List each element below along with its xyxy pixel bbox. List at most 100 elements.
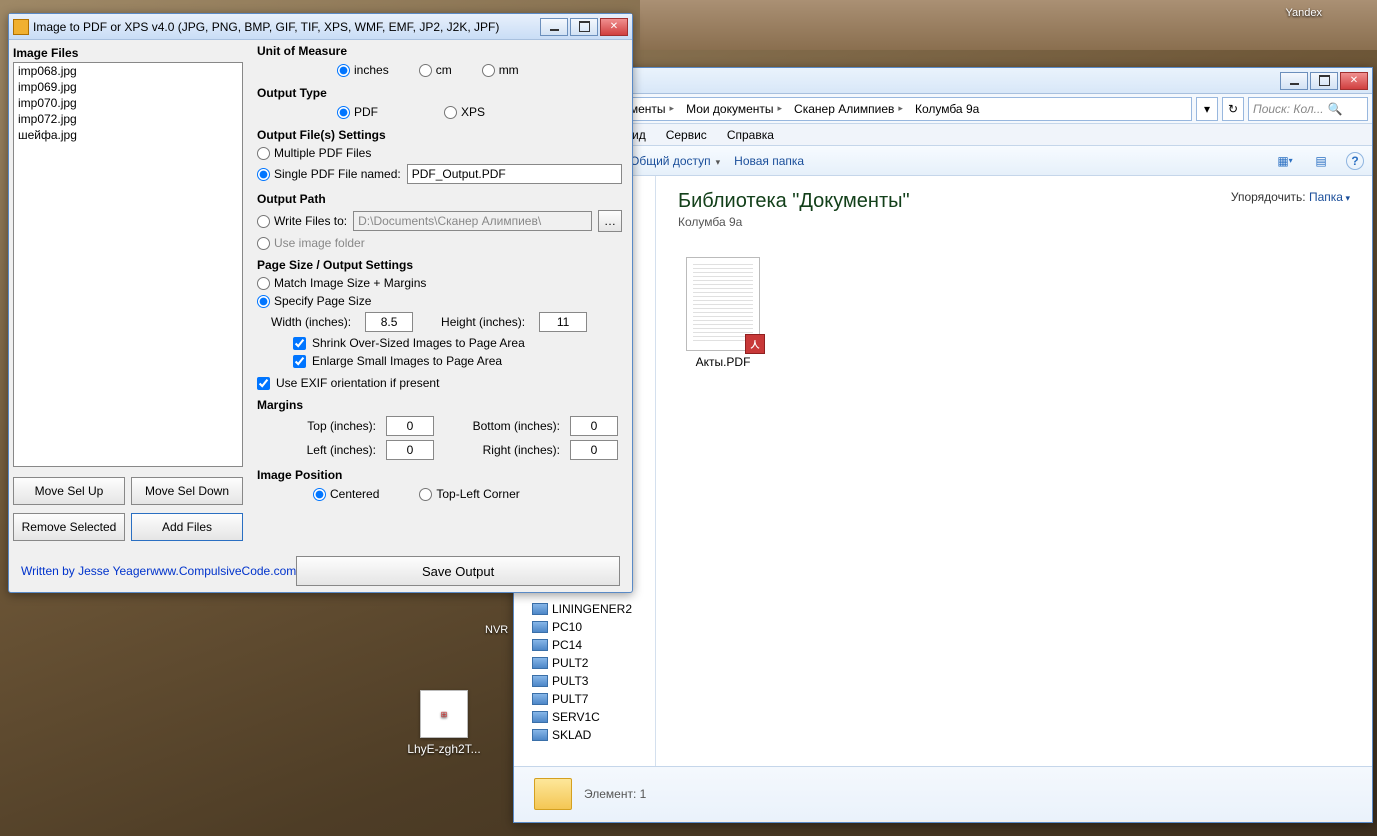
breadcrumb: Колумба 9а <box>910 98 984 120</box>
close-button[interactable]: ✕ <box>1340 72 1368 90</box>
sidebar-item[interactable]: LININGENER2 <box>514 600 655 618</box>
centered-radio[interactable]: Centered <box>313 487 379 501</box>
chevron-right-icon[interactable]: ▸ <box>778 103 783 114</box>
height-input[interactable] <box>539 312 587 332</box>
sidebar-item[interactable]: PC10 <box>514 618 655 636</box>
image-file-list[interactable]: imp068.jpg imp069.jpg imp070.jpg imp072.… <box>13 62 243 467</box>
single-pdf-radio[interactable]: Single PDF File named: <box>257 167 401 181</box>
sidebar-item[interactable]: SERV1C <box>514 708 655 726</box>
menu-bar: ид Сервис Справка <box>514 124 1372 146</box>
move-up-button[interactable]: Move Sel Up <box>13 477 125 505</box>
explorer-titlebar[interactable]: ✕ <box>514 68 1372 94</box>
sidebar-item[interactable]: PULT2 <box>514 654 655 672</box>
minimize-button[interactable] <box>540 18 568 36</box>
pdf-badge-icon: 人 <box>745 334 765 354</box>
explorer-window: ✕ иблиотеки▸ Документы▸ Мои документы▸ С… <box>513 67 1373 823</box>
share-button[interactable]: Общий доступ <box>630 154 720 168</box>
image-files-label: Image Files <box>13 44 243 62</box>
chevron-right-icon[interactable]: ▸ <box>670 103 675 114</box>
single-pdf-name-input[interactable] <box>407 164 622 184</box>
app-icon <box>13 19 29 35</box>
computer-icon <box>532 675 548 687</box>
status-bar: Элемент: 1 <box>514 766 1372 820</box>
computer-icon <box>532 729 548 741</box>
maximize-button[interactable] <box>1310 72 1338 90</box>
remove-selected-button[interactable]: Remove Selected <box>13 513 125 541</box>
breadcrumb: Мои документы▸ <box>681 98 787 120</box>
list-item[interactable]: imp070.jpg <box>14 95 242 111</box>
author-link[interactable]: Written by Jesse Yeager <box>21 564 150 578</box>
output-pdf-radio[interactable]: PDF <box>337 105 378 119</box>
unit-inches-radio[interactable]: inches <box>337 63 389 77</box>
sidebar-item[interactable]: SKLAD <box>514 726 655 744</box>
match-margins-radio[interactable]: Match Image Size + Margins <box>257 274 622 292</box>
right-margin-input[interactable] <box>570 440 618 460</box>
pdf-thumbnail-icon: 人 <box>686 257 760 351</box>
address-bar: иблиотеки▸ Документы▸ Мои документы▸ Ска… <box>514 94 1372 124</box>
list-item[interactable]: шейфа.jpg <box>14 127 242 143</box>
left-margin-label: Left (inches): <box>266 443 376 457</box>
list-item[interactable]: imp068.jpg <box>14 63 242 79</box>
width-input[interactable] <box>365 312 413 332</box>
menu-help[interactable]: Справка <box>719 126 782 144</box>
sidebar-item[interactable]: PC14 <box>514 636 655 654</box>
file-thumbnail-icon: ⊞ <box>420 690 468 738</box>
width-label: Width (inches): <box>271 315 351 329</box>
minimize-button[interactable] <box>1280 72 1308 90</box>
view-mode-button[interactable]: ▦▾ <box>1274 150 1296 172</box>
maximize-button[interactable] <box>570 18 598 36</box>
sidebar-item[interactable]: PULT7 <box>514 690 655 708</box>
topleft-radio[interactable]: Top-Left Corner <box>419 487 519 501</box>
bottom-margin-label: Bottom (inches): <box>444 419 560 433</box>
unit-mm-radio[interactable]: mm <box>482 63 519 77</box>
output-type-label: Output Type <box>257 86 622 100</box>
file-item[interactable]: 人 Акты.PDF <box>678 257 768 369</box>
unit-cm-radio[interactable]: cm <box>419 63 452 77</box>
website-link[interactable]: www.CompulsiveCode.com <box>150 564 296 578</box>
image-position-label: Image Position <box>257 468 622 482</box>
pdf-titlebar[interactable]: Image to PDF or XPS v4.0 (JPG, PNG, BMP,… <box>9 14 632 40</box>
list-item[interactable]: imp069.jpg <box>14 79 242 95</box>
output-path-label: Output Path <box>257 192 622 206</box>
help-icon[interactable]: ? <box>1346 152 1364 170</box>
desktop-label-nvr: NVR <box>485 624 508 636</box>
output-files-settings-label: Output File(s) Settings <box>257 128 622 142</box>
save-output-button[interactable]: Save Output <box>296 556 620 586</box>
output-path-input <box>353 211 592 231</box>
top-margin-input[interactable] <box>386 416 434 436</box>
unit-of-measure-label: Unit of Measure <box>257 44 622 58</box>
sort-control: Упорядочить: Папка <box>1231 190 1350 204</box>
window-title: Image to PDF or XPS v4.0 (JPG, PNG, BMP,… <box>33 20 540 34</box>
refresh-button[interactable]: ↻ <box>1222 97 1244 121</box>
multi-pdf-radio[interactable]: Multiple PDF Files <box>257 144 622 162</box>
new-folder-button[interactable]: Новая папка <box>734 154 804 168</box>
close-button[interactable]: ✕ <box>600 18 628 36</box>
sort-dropdown[interactable]: Папка <box>1309 190 1350 204</box>
menu-service[interactable]: Сервис <box>658 126 715 144</box>
preview-pane-button[interactable]: ▤ <box>1310 150 1332 172</box>
file-view-area[interactable]: Библиотека "Документы" Колумба 9а Упоряд… <box>656 176 1372 766</box>
move-down-button[interactable]: Move Sel Down <box>131 477 243 505</box>
computer-icon <box>532 639 548 651</box>
bottom-margin-input[interactable] <box>570 416 618 436</box>
output-xps-radio[interactable]: XPS <box>444 105 485 119</box>
use-image-folder-radio[interactable]: Use image folder <box>257 234 622 252</box>
sidebar-item[interactable]: PULT3 <box>514 672 655 690</box>
left-margin-input[interactable] <box>386 440 434 460</box>
specify-page-size-radio[interactable]: Specify Page Size <box>257 292 622 310</box>
enlarge-checkbox[interactable]: Enlarge Small Images to Page Area <box>257 352 622 370</box>
browse-path-button[interactable]: … <box>598 210 622 232</box>
desktop-file-item[interactable]: ⊞ LhyE-zgh2T... <box>404 690 484 756</box>
search-input[interactable]: Поиск: Кол... 🔍 <box>1248 97 1368 121</box>
write-files-to-radio[interactable]: Write Files to: <box>257 214 347 228</box>
exif-checkbox[interactable]: Use EXIF orientation if present <box>257 374 622 392</box>
address-dropdown-button[interactable]: ▾ <box>1196 97 1218 121</box>
add-files-button[interactable]: Add Files <box>131 513 243 541</box>
search-placeholder: Поиск: Кол... <box>1253 102 1324 116</box>
page-size-label: Page Size / Output Settings <box>257 258 622 272</box>
list-item[interactable]: imp072.jpg <box>14 111 242 127</box>
shrink-checkbox[interactable]: Shrink Over-Sized Images to Page Area <box>257 334 622 352</box>
computer-icon <box>532 657 548 669</box>
yandex-label: Yandex <box>1286 7 1323 19</box>
chevron-right-icon[interactable]: ▸ <box>898 103 903 114</box>
